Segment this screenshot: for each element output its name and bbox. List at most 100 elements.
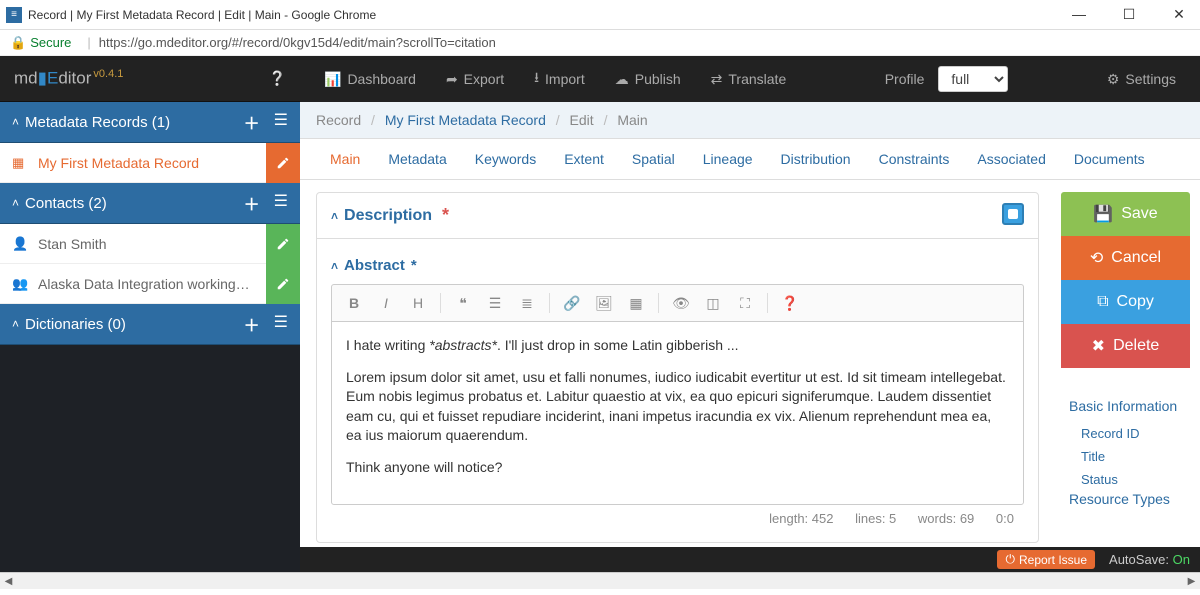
ol-button[interactable]: ≣ bbox=[513, 291, 541, 315]
tab-spatial[interactable]: Spatial bbox=[618, 139, 689, 179]
profile-select[interactable]: full bbox=[938, 66, 1008, 92]
tab-constraints[interactable]: Constraints bbox=[865, 139, 964, 179]
editor-toolbar: B I H ❝ ☰ ≣ 🔗 🖼 ▦ 👁 bbox=[331, 284, 1024, 321]
quicknav-title[interactable]: Title bbox=[1069, 445, 1190, 468]
window-maximize-button[interactable]: ☐ bbox=[1114, 6, 1144, 23]
required-icon: * bbox=[442, 205, 449, 226]
sidebar-contact-item[interactable]: 👤 Stan Smith bbox=[0, 224, 300, 264]
user-icon: 👤 bbox=[12, 236, 30, 252]
tab-extent[interactable]: Extent bbox=[550, 139, 618, 179]
crumb-edit[interactable]: Edit bbox=[570, 112, 594, 128]
italic-button[interactable]: I bbox=[372, 291, 400, 315]
publish-icon: ☁ bbox=[615, 71, 629, 88]
image-button[interactable]: 🖼 bbox=[590, 291, 618, 315]
quote-button[interactable]: ❝ bbox=[449, 291, 477, 315]
sidebyside-button[interactable]: ◫ bbox=[699, 291, 727, 315]
table-button[interactable]: ▦ bbox=[622, 291, 650, 315]
edit-record-button[interactable] bbox=[266, 143, 300, 183]
edit-contact-button[interactable] bbox=[266, 224, 300, 264]
nav-dashboard[interactable]: 📊Dashboard bbox=[314, 71, 426, 88]
chevron-up-icon: ˄ bbox=[12, 115, 19, 129]
tab-associated[interactable]: Associated bbox=[963, 139, 1059, 179]
sidebar-contacts-header[interactable]: ˄ Contacts (2) ＋ ☰ bbox=[0, 183, 300, 224]
quicknav-basic[interactable]: Basic Information bbox=[1069, 398, 1190, 414]
nav-export[interactable]: ➦Export bbox=[436, 71, 514, 88]
sidebar-dictionaries-header[interactable]: ˄ Dictionaries (0) ＋ ☰ bbox=[0, 304, 300, 345]
heading-button[interactable]: H bbox=[404, 291, 432, 315]
nav-import[interactable]: ⭳Import bbox=[524, 67, 595, 91]
scroll-left-icon[interactable]: ◀ bbox=[0, 573, 17, 590]
tab-metadata[interactable]: Metadata bbox=[374, 139, 460, 179]
chevron-up-icon: ˄ bbox=[12, 196, 19, 210]
crumb-record[interactable]: Record bbox=[316, 112, 361, 128]
window-minimize-button[interactable]: — bbox=[1064, 6, 1094, 23]
sidebar-contact-item[interactable]: 👥 Alaska Data Integration working… bbox=[0, 264, 300, 304]
grid-icon: ▦ bbox=[12, 155, 30, 171]
dashboard-icon: 📊 bbox=[324, 71, 341, 88]
report-icon: ⏻ bbox=[1005, 552, 1015, 567]
add-contact-icon[interactable]: ＋ bbox=[244, 191, 260, 215]
horizontal-scrollbar[interactable]: ◀ ▶ bbox=[0, 572, 1200, 589]
abstract-textarea[interactable]: I hate writing *abstracts*. I'll just dr… bbox=[331, 321, 1024, 505]
tab-distribution[interactable]: Distribution bbox=[767, 139, 865, 179]
app-favicon: ≡ bbox=[6, 7, 22, 23]
sidebar-records-header[interactable]: ˄ Metadata Records (1) ＋ ☰ bbox=[0, 102, 300, 143]
list-contacts-icon[interactable]: ☰ bbox=[274, 191, 288, 215]
nav-publish[interactable]: ☁Publish bbox=[605, 71, 691, 88]
delete-icon: ✖ bbox=[1092, 336, 1105, 356]
quicknav-resource[interactable]: Resource Types bbox=[1069, 491, 1190, 507]
quicknav-recordid[interactable]: Record ID bbox=[1069, 422, 1190, 445]
secure-label: Secure bbox=[30, 35, 71, 50]
import-icon: ⭳ bbox=[534, 67, 539, 91]
window-title: Record | My First Metadata Record | Edit… bbox=[28, 8, 1064, 22]
bold-button[interactable]: B bbox=[340, 291, 368, 315]
undo-icon: ⟲ bbox=[1090, 248, 1103, 268]
abstract-heading[interactable]: Abstract bbox=[344, 257, 405, 274]
autosave-status: AutoSave: On bbox=[1109, 552, 1190, 567]
delete-button[interactable]: ✖Delete bbox=[1061, 324, 1190, 368]
tab-keywords[interactable]: Keywords bbox=[461, 139, 550, 179]
report-issue-button[interactable]: ⏻Report Issue bbox=[997, 550, 1095, 569]
description-heading[interactable]: ˄Description* bbox=[317, 193, 1038, 239]
save-button[interactable]: 💾Save bbox=[1061, 192, 1190, 236]
guide-button[interactable]: ❓ bbox=[776, 291, 804, 315]
edit-contact-button[interactable] bbox=[266, 264, 300, 304]
fullscreen-button[interactable]: ⛶ bbox=[731, 291, 759, 315]
crumb-title[interactable]: My First Metadata Record bbox=[385, 112, 546, 128]
brand-logo[interactable]: md▮Editorv0.4.1 bbox=[14, 68, 123, 89]
chevron-up-icon: ˄ bbox=[12, 317, 19, 331]
add-dictionary-icon[interactable]: ＋ bbox=[244, 312, 260, 336]
window-close-button[interactable]: ✕ bbox=[1164, 6, 1194, 23]
export-icon: ➦ bbox=[446, 71, 458, 88]
nav-translate[interactable]: ⇄Translate bbox=[701, 71, 797, 88]
tab-bar: Main Metadata Keywords Extent Spatial Li… bbox=[300, 139, 1200, 180]
editor-status: length: 452 lines: 5 words: 69 0:0 bbox=[331, 505, 1024, 532]
address-url[interactable]: https://go.mdeditor.org/#/record/0kgv15d… bbox=[99, 35, 496, 50]
tab-documents[interactable]: Documents bbox=[1060, 139, 1159, 179]
lock-icon: 🔒 bbox=[10, 35, 26, 51]
crumb-main[interactable]: Main bbox=[617, 112, 647, 128]
breadcrumb: Record / My First Metadata Record / Edit… bbox=[300, 102, 1200, 139]
scroll-right-icon[interactable]: ▶ bbox=[1183, 573, 1200, 590]
description-panel: ˄Description* ˄ Abstract * B bbox=[316, 192, 1039, 543]
tab-main[interactable]: Main bbox=[316, 139, 374, 179]
link-button[interactable]: 🔗 bbox=[558, 291, 586, 315]
sidebar-record-item[interactable]: ▦ My First Metadata Record bbox=[0, 143, 300, 183]
users-icon: 👥 bbox=[12, 276, 30, 292]
cancel-button[interactable]: ⟲Cancel bbox=[1061, 236, 1190, 280]
add-record-icon[interactable]: ＋ bbox=[244, 110, 260, 134]
help-icon[interactable]: ❔ bbox=[269, 70, 286, 87]
quicknav-status[interactable]: Status bbox=[1069, 468, 1190, 491]
nav-settings[interactable]: ⚙Settings bbox=[1097, 71, 1186, 88]
tab-lineage[interactable]: Lineage bbox=[689, 139, 767, 179]
required-icon: * bbox=[411, 257, 417, 274]
copy-button[interactable]: ⧉Copy bbox=[1061, 280, 1190, 324]
profile-label: Profile bbox=[885, 71, 925, 87]
list-records-icon[interactable]: ☰ bbox=[274, 110, 288, 134]
scroll-target-icon[interactable] bbox=[1002, 203, 1024, 225]
preview-button[interactable]: 👁 bbox=[667, 291, 695, 315]
list-dictionaries-icon[interactable]: ☰ bbox=[274, 312, 288, 336]
chevron-up-icon: ˄ bbox=[331, 259, 338, 273]
ul-button[interactable]: ☰ bbox=[481, 291, 509, 315]
save-icon: 💾 bbox=[1093, 204, 1113, 224]
